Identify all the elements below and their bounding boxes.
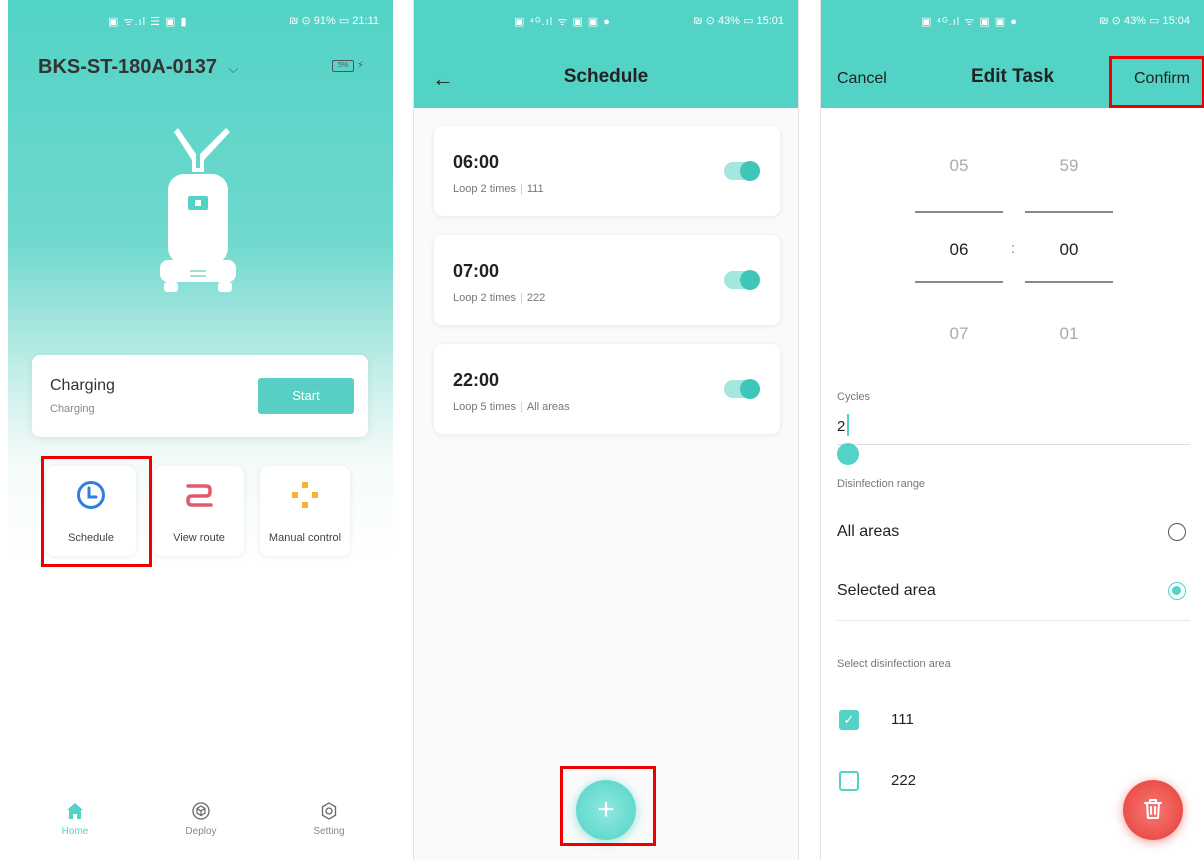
- schedule-card[interactable]: 07:00 Loop 2 times | 222: [434, 235, 780, 325]
- task-loop: Loop 2 times: [453, 292, 516, 304]
- nav-home[interactable]: Home: [40, 802, 110, 837]
- task-time: 22:00: [453, 370, 500, 390]
- battery-icon: 5%: [332, 60, 354, 72]
- manual-control-tile[interactable]: Manual control: [260, 466, 350, 556]
- task-toggle[interactable]: [724, 379, 760, 399]
- minute-wheel-item[interactable]: 01: [1025, 324, 1113, 344]
- home-icon: [67, 803, 83, 819]
- checkbox-area-222[interactable]: [839, 771, 859, 791]
- start-button[interactable]: Start: [258, 378, 354, 414]
- highlight-box: [41, 456, 152, 567]
- nav-label: Deploy: [185, 826, 217, 837]
- task-time: 07:00: [453, 261, 500, 281]
- area-label: 222: [891, 772, 917, 789]
- schedule-header: ▣ ⁴ᴳ.ıl ᯤ ▣ ▣ ● ₪ ⊙ 43% ▭ 15:01 ← Schedu…: [414, 0, 798, 108]
- cycles-input[interactable]: 2: [837, 418, 845, 435]
- status-icons-right: ₪ ⊙ 43% ▭ 15:01: [693, 15, 784, 27]
- task-area: 222: [526, 292, 546, 304]
- status-bar: ▣ ᯤ.ıl ☰ ▣ ▮ ₪ ⊙ 91% ▭ 21:11: [8, 0, 393, 36]
- minute-wheel-selected[interactable]: 00: [1025, 240, 1113, 260]
- route-icon: [186, 484, 213, 507]
- picker-divider: [1025, 281, 1113, 283]
- area-label: 111: [891, 711, 914, 728]
- picker-divider: [1025, 211, 1113, 213]
- minute-wheel-item[interactable]: 59: [1025, 156, 1113, 176]
- task-time: 06:00: [453, 152, 500, 172]
- status-icons-left: ▣ ᯤ.ıl ☰ ▣ ▮: [108, 16, 188, 28]
- select-area-label: Select disinfection area: [837, 658, 951, 670]
- checkbox-area-111[interactable]: ✓: [839, 710, 859, 730]
- gear-icon: [321, 802, 337, 820]
- status-bar: ▣ ⁴ᴳ.ıl ᯤ ▣ ▣ ● ₪ ⊙ 43% ▭ 15:01: [414, 0, 798, 36]
- bottom-nav: Home Deploy Setting: [8, 790, 393, 860]
- option-selected-area[interactable]: Selected area: [837, 582, 936, 600]
- task-area: All areas: [526, 401, 570, 413]
- device-selector[interactable]: BKS-ST-180A-0137 ⌵: [38, 56, 238, 79]
- time-separator: :: [1011, 240, 1016, 257]
- robot-illustration: [160, 128, 236, 292]
- cycles-underline: [837, 444, 1190, 445]
- view-route-tile[interactable]: View route: [154, 466, 244, 556]
- status-icons-left: ▣ ⁴ᴳ.ıl ᯤ ▣ ▣ ●: [514, 16, 611, 28]
- status-icons-right: ₪ ⊙ 91% ▭ 21:11: [289, 15, 379, 27]
- schedule-screen: ▣ ⁴ᴳ.ıl ᯤ ▣ ▣ ● ₪ ⊙ 43% ▭ 15:01 ← Schedu…: [413, 0, 799, 860]
- nav-setting[interactable]: Setting: [294, 802, 364, 837]
- highlight-box: [1109, 56, 1204, 108]
- device-name: BKS-ST-180A-0137: [38, 56, 217, 78]
- divider: [837, 620, 1190, 621]
- radio-selected-area[interactable]: [1168, 582, 1186, 600]
- task-loop: Loop 2 times: [453, 183, 516, 195]
- cube-icon: [192, 802, 210, 820]
- task-summary: Loop 2 times | 111: [453, 183, 544, 195]
- nav-label: Setting: [313, 826, 345, 837]
- hour-wheel-selected[interactable]: 06: [915, 240, 1003, 260]
- status-icons-right: ₪ ⊙ 43% ▭ 15:04: [1099, 15, 1190, 27]
- task-area: 111: [526, 183, 544, 195]
- hour-wheel-item[interactable]: 07: [915, 324, 1003, 344]
- chevron-down-icon: ⌵: [228, 61, 239, 76]
- option-all-areas[interactable]: All areas: [837, 523, 899, 541]
- battery-level: 5%: [337, 62, 349, 69]
- status-title: Charging: [50, 377, 115, 394]
- dpad-icon: [292, 482, 318, 508]
- range-label: Disinfection range: [837, 478, 926, 490]
- tile-label: Manual control: [268, 532, 342, 544]
- status-card: Charging Charging Start: [32, 355, 368, 437]
- hour-wheel-item[interactable]: 05: [915, 156, 1003, 176]
- cycles-label: Cycles: [837, 391, 871, 403]
- picker-divider: [915, 281, 1003, 283]
- schedule-card[interactable]: 06:00 Loop 2 times | 111: [434, 126, 780, 216]
- task-loop: Loop 5 times: [453, 401, 516, 413]
- trash-icon: [1144, 799, 1162, 819]
- delete-button[interactable]: [1123, 780, 1183, 840]
- task-toggle[interactable]: [724, 270, 760, 290]
- task-summary: Loop 5 times | All areas: [453, 401, 570, 413]
- nav-label: Home: [61, 826, 89, 837]
- status-subtitle: Charging: [50, 403, 95, 415]
- charging-bolt-icon: ⚡: [357, 60, 365, 71]
- schedule-card[interactable]: 22:00 Loop 5 times | All areas: [434, 344, 780, 434]
- nav-deploy[interactable]: Deploy: [166, 802, 236, 837]
- page-title: Schedule: [563, 66, 649, 87]
- task-toggle[interactable]: [724, 161, 760, 181]
- text-caret: [847, 414, 849, 436]
- status-icons-left: ▣ ⁴ᴳ.ıl ᯤ ▣ ▣ ●: [921, 16, 1018, 28]
- home-screen: ▣ ᯤ.ıl ☰ ▣ ▮ ₪ ⊙ 91% ▭ 21:11 BKS-ST-180A…: [8, 0, 393, 860]
- task-summary: Loop 2 times | 222: [453, 292, 546, 304]
- cursor-handle[interactable]: [837, 443, 859, 465]
- tile-label: View route: [173, 532, 225, 544]
- highlight-box: [560, 766, 656, 846]
- status-bar: ▣ ⁴ᴳ.ıl ᯤ ▣ ▣ ● ₪ ⊙ 43% ▭ 15:04: [821, 0, 1204, 36]
- screenshot-stage: ▣ ᯤ.ıl ☰ ▣ ▮ ₪ ⊙ 91% ▭ 21:11 BKS-ST-180A…: [0, 0, 1204, 860]
- picker-divider: [915, 211, 1003, 213]
- radio-all-areas[interactable]: [1168, 523, 1186, 541]
- edit-task-screen: ▣ ⁴ᴳ.ıl ᯤ ▣ ▣ ● ₪ ⊙ 43% ▭ 15:04 Cancel E…: [820, 0, 1204, 860]
